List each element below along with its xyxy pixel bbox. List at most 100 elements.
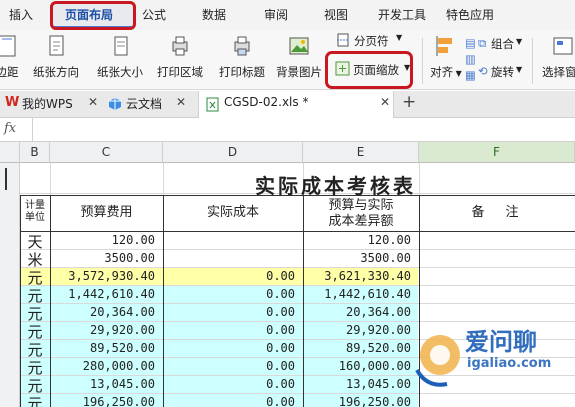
tab-developer[interactable]: 开发工具 [378,6,426,23]
column-header-d[interactable]: D [163,142,303,163]
diff-header-line2: 成本差异额 [328,214,394,229]
align-middle-icon[interactable]: ▥ [465,52,476,66]
excel-file-icon [206,97,219,112]
actual-cell: 0.00 [266,359,295,373]
align-button[interactable]: 对齐 ▼ [426,30,466,90]
print-area-label: 打印区域 [157,65,203,79]
selection-pane-icon [553,37,573,55]
formula-divider [32,118,33,142]
actual-cell: 0.00 [266,305,295,319]
page-break-label[interactable]: 分页符 [354,33,389,49]
paper-size-icon [114,36,128,56]
budget-cell: 29,920.00 [89,323,155,337]
ribbon-toolbar: 边距 纸张方向 纸张大小 打印区域 打印标题 背景图片 分页符 ▼ 页面缩放 ▼… [0,30,575,90]
diff-cell: 89,520.00 [345,341,411,355]
group-icon: ⧉ [478,36,487,50]
diff-cell: 20,364.00 [345,305,411,319]
align-icon [436,36,452,56]
print-titles-icon [234,36,250,56]
budget-cell: 1,442,610.40 [68,287,155,301]
budget-header: 预算费用 [80,205,133,220]
tab-special-apps[interactable]: 特色应用 [446,6,494,23]
actual-cell: 0.00 [266,287,295,301]
diff-cell: 3,621,330.40 [324,269,411,283]
tab-data[interactable]: 数据 [202,6,226,23]
ribbon-tab-bar: 插入 页面布局 公式 数据 审阅 视图 开发工具 特色应用 [0,0,575,30]
print-titles-label: 打印标题 [219,65,265,79]
align-bottom-icon[interactable]: ▦ [465,68,476,82]
page-break-dropdown-icon[interactable]: ▼ [396,33,402,42]
tab-formulas[interactable]: 公式 [142,6,166,23]
unit-header: 计量 单位 [20,200,50,224]
align-label: 对齐 ▼ [430,65,462,79]
budget-cell: 3,572,930.40 [68,269,155,283]
fx-icon[interactable]: fx [4,121,16,136]
actual-cell: 0.00 [266,341,295,355]
budget-cell: 20,364.00 [89,305,155,319]
background-image-label: 背景图片 [276,65,322,79]
print-area-icon [172,36,188,56]
paper-size-button[interactable]: 纸张大小 [92,30,148,90]
margins-icon [0,35,16,57]
diff-cell: 120.00 [367,233,411,247]
tab-highlight-annotation [50,1,136,30]
diff-cell: 160,000.00 [338,359,411,373]
diff-cell: 196,250.00 [338,395,411,407]
toolbar-separator-2 [532,38,533,84]
budget-cell: 196,250.00 [82,395,155,407]
page-zoom-highlight-annotation [325,51,413,89]
diff-cell: 3500.00 [360,251,411,265]
toolbar-separator [422,38,423,84]
selection-pane-label: 选择窗 [542,65,575,79]
column-header-b[interactable]: B [20,142,50,163]
column-header-e[interactable]: E [303,142,419,163]
close-icon[interactable]: ✕ [380,95,390,109]
tab-review[interactable]: 审阅 [264,6,288,23]
margins-button[interactable]: 边距 [0,30,22,90]
align-top-icon[interactable]: ▤ [465,36,476,50]
tab-view[interactable]: 视图 [324,6,348,23]
tab-insert[interactable]: 插入 [9,6,33,23]
budget-cell: 280,000.00 [82,359,155,373]
wps-logo-icon: W [5,95,20,110]
unit-header-line2: 单位 [25,212,45,223]
doctab-my-wps[interactable]: 我的WPS [22,95,73,112]
close-icon[interactable]: ✕ [88,95,98,109]
watermark: 爱问聊 igaliao.com [405,310,575,407]
close-icon[interactable]: ✕ [176,95,186,109]
unit-cell: 元 [27,395,43,407]
new-tab-plus-icon[interactable]: + [402,92,416,112]
row-header-corner[interactable] [0,142,20,163]
actual-header: 实际成本 [206,205,259,220]
group-dropdown-icon[interactable]: ▼ [516,37,522,46]
rotate-icon: ⟲ [478,64,488,78]
orientation-label: 纸张方向 [33,65,79,79]
watermark-logo-icon [415,335,460,387]
watermark-url: igaliao.com [467,356,552,371]
actual-cell: 0.00 [266,395,295,407]
watermark-brand: 爱问聊 [465,328,537,356]
background-image-button[interactable]: 背景图片 [273,30,325,90]
budget-cell: 89,520.00 [89,341,155,355]
column-header-f[interactable]: F [419,142,575,163]
print-area-button[interactable]: 打印区域 [151,30,209,90]
formula-bar: fx [0,118,575,142]
diff-cell: 29,920.00 [345,323,411,337]
rotate-dropdown-icon[interactable]: ▼ [516,65,522,74]
group-button[interactable]: 组合 [491,36,514,52]
column-header-c[interactable]: C [50,142,163,163]
actual-cell: 0.00 [266,269,295,283]
unit-header-line1: 计量 [25,200,45,211]
doctab-cgsd-02[interactable]: CGSD-02.xls * [224,95,308,109]
print-titles-button[interactable]: 打印标题 [216,30,268,90]
selection-pane-button[interactable]: 选择窗 [538,30,575,90]
document-tab-bar: W 我的WPS ✕ 云文档 ✕ CGSD-02.xls * ✕ + [0,91,575,118]
cloud-doc-icon [109,98,121,110]
budget-cell: 120.00 [111,233,155,247]
rotate-button[interactable]: 旋转 [491,64,514,80]
orientation-button[interactable]: 纸张方向 [26,30,86,90]
doctab-cloud-docs[interactable]: 云文档 [126,95,162,112]
page-break-icon [337,33,349,47]
row-header-column[interactable] [0,163,20,407]
budget-cell: 13,045.00 [89,377,155,391]
